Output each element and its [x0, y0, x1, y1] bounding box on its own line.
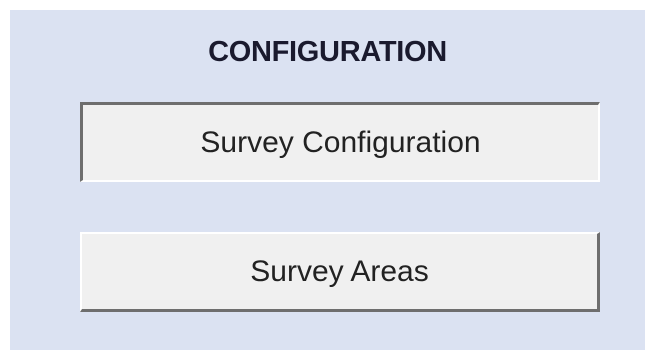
panel-title: CONFIGURATION: [208, 36, 447, 68]
configuration-panel: CONFIGURATION Survey Configuration Surve…: [10, 10, 645, 350]
survey-areas-button[interactable]: Survey Areas: [80, 232, 600, 312]
survey-areas-button-label: Survey Areas: [250, 254, 429, 288]
survey-configuration-button[interactable]: Survey Configuration: [80, 102, 600, 182]
survey-configuration-button-label: Survey Configuration: [200, 125, 481, 159]
